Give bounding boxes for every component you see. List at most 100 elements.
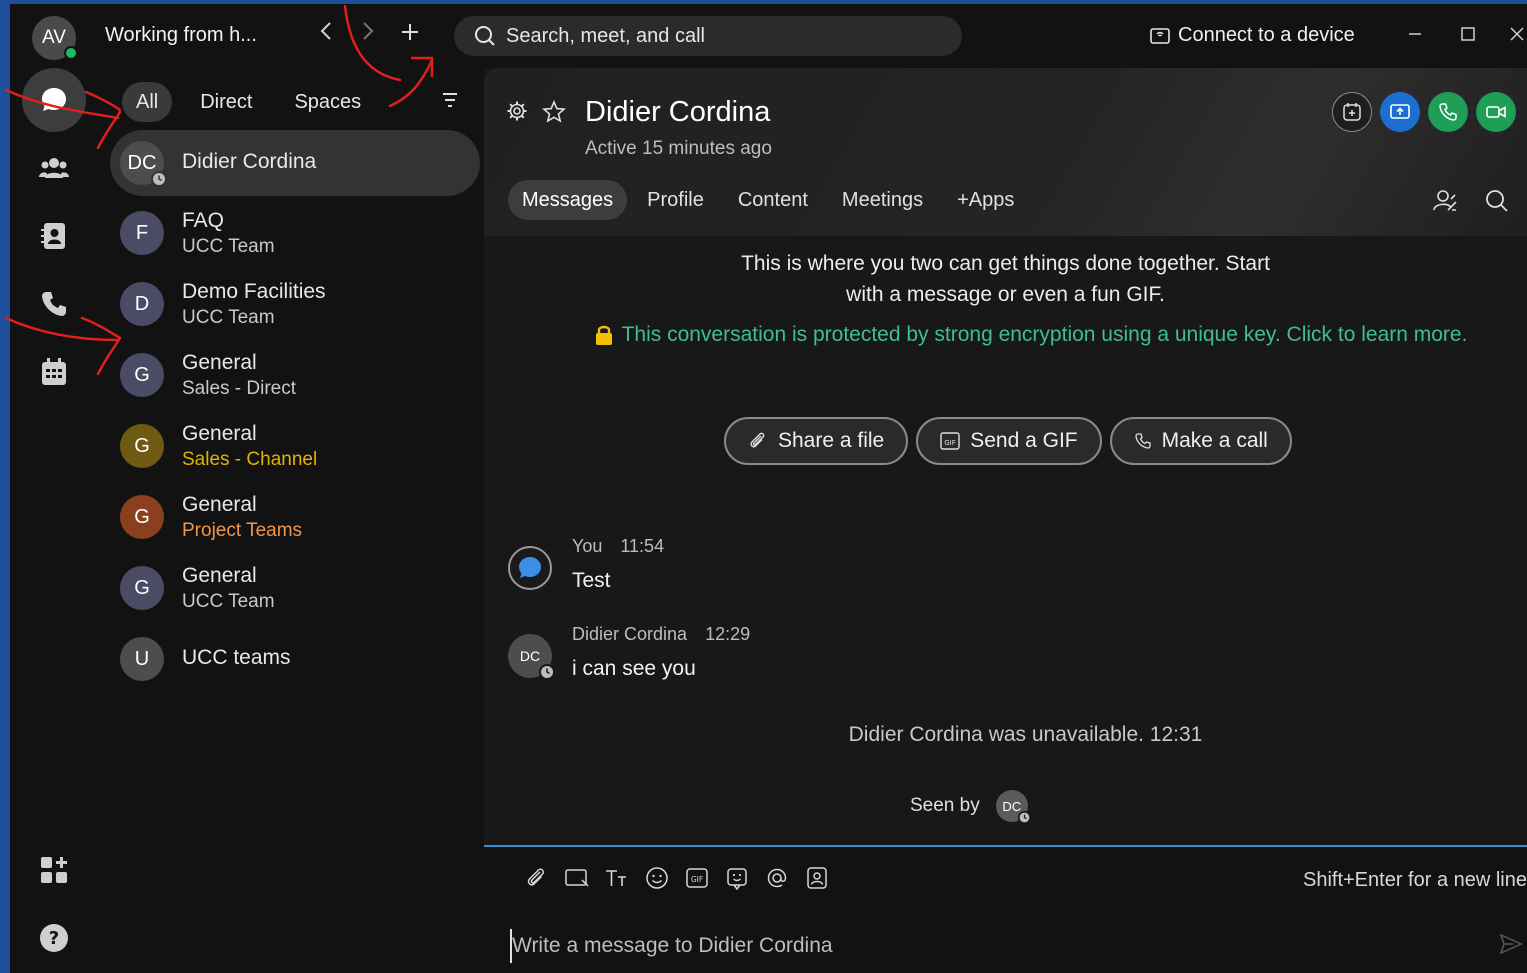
away-clock-icon: [151, 171, 167, 187]
gif-picker-icon[interactable]: GIF: [684, 865, 710, 891]
minimize-button[interactable]: [1400, 18, 1430, 52]
conversation-subtitle: UCC Team: [182, 307, 275, 328]
conversation-avatar: F: [120, 211, 164, 255]
filter-all[interactable]: All: [122, 82, 173, 122]
message-text: i can see you: [572, 657, 696, 680]
tab-apps[interactable]: +Apps: [943, 180, 1028, 220]
attach-file-icon[interactable]: [524, 865, 550, 891]
phone-call-icon: [1439, 103, 1457, 121]
conversation-item[interactable]: G General Sales - Channel: [110, 413, 480, 479]
conversation-item[interactable]: DC Didier Cordina: [110, 130, 480, 196]
system-message: Didier Cordina was unavailable. 12:31: [848, 723, 1203, 746]
user-avatar[interactable]: AV: [32, 16, 78, 60]
favorite-star-icon[interactable]: [542, 100, 566, 124]
conversation-title: FAQ: [182, 209, 225, 232]
conversation-subtitle: UCC Team: [182, 236, 275, 257]
help-nav-button[interactable]: ?: [22, 906, 86, 970]
conversation-avatar-initials: G: [134, 505, 150, 528]
teams-nav-button[interactable]: [22, 136, 86, 200]
send-icon[interactable]: [1499, 933, 1523, 960]
sender-avatar: DC: [508, 634, 555, 680]
svg-text:?: ?: [49, 928, 59, 949]
conversation-title: Didier Cordina: [182, 150, 317, 173]
audio-call-button[interactable]: [1428, 92, 1468, 132]
conversation-title: General: [182, 564, 257, 587]
settings-gear-icon[interactable]: [506, 100, 528, 122]
search-icon: [475, 26, 495, 46]
make-call-button[interactable]: Make a call: [1109, 417, 1292, 465]
filter-menu-icon[interactable]: [438, 88, 462, 112]
people-icon: [39, 158, 69, 178]
messaging-nav-button[interactable]: [22, 68, 86, 132]
share-screen-button[interactable]: [1380, 92, 1420, 132]
sender-avatar-initials: DC: [519, 648, 541, 664]
back-icon[interactable]: [314, 20, 338, 50]
composer-hint: Shift+Enter for a new line: [1302, 869, 1527, 891]
schedule-meeting-button[interactable]: [1332, 92, 1372, 132]
close-button[interactable]: [1502, 18, 1527, 52]
navigation-rail: ?: [10, 68, 98, 973]
conversation-avatar: DC: [120, 141, 167, 187]
tab-messages[interactable]: Messages: [508, 180, 628, 220]
chat-presence-status: Active 15 minutes ago: [585, 138, 772, 159]
share-screen-icon: [1390, 104, 1410, 119]
screen-capture-icon[interactable]: [564, 865, 590, 891]
conversation-avatar-initials: U: [134, 647, 150, 670]
conversation-avatar: D: [120, 282, 164, 326]
filter-direct[interactable]: Direct: [186, 82, 266, 122]
calendar-icon: [42, 358, 66, 385]
user-status[interactable]: Working from h...: [105, 24, 257, 47]
connect-device-button[interactable]: Connect to a device: [1150, 24, 1355, 47]
conversation-title: General: [182, 493, 257, 516]
people-manage-icon[interactable]: [1432, 188, 1458, 214]
conversation-item[interactable]: U UCC teams: [110, 626, 480, 692]
conversation-item[interactable]: G General Project Teams: [110, 484, 480, 550]
conversation-title: General: [182, 422, 257, 445]
conversation-item[interactable]: G General Sales - Direct: [110, 342, 480, 408]
title-bar: AV Working from h... Search, meet, and c…: [10, 4, 1527, 68]
window-frame-edge: [0, 0, 10, 973]
chat-pane: Didier Cordina Active 15 minutes ago Mes…: [484, 68, 1527, 973]
lock-icon: [595, 325, 612, 345]
mention-icon[interactable]: [764, 865, 790, 891]
calendar-add-icon: [1343, 103, 1361, 121]
calling-nav-button[interactable]: [22, 272, 86, 336]
emoji-icon[interactable]: [644, 865, 670, 891]
tab-content[interactable]: Content: [724, 180, 822, 220]
text-format-icon[interactable]: [604, 865, 630, 891]
connect-device-label: Connect to a device: [1178, 24, 1355, 46]
sticker-icon[interactable]: [724, 865, 750, 891]
conversation-filters: All Direct Spaces: [122, 82, 375, 122]
meetings-nav-button[interactable]: [22, 340, 86, 404]
quick-actions: Share a file GIF Send a GIF Make a call: [724, 417, 1292, 465]
tab-meetings[interactable]: Meetings: [828, 180, 937, 220]
filter-spaces[interactable]: Spaces: [280, 82, 375, 122]
apps-add-icon: [41, 857, 67, 883]
send-gif-button[interactable]: GIF Send a GIF: [916, 417, 1102, 465]
contact-card-icon[interactable]: [804, 865, 830, 891]
tab-profile[interactable]: Profile: [633, 180, 718, 220]
apps-nav-button[interactable]: [22, 838, 86, 902]
chat-header: Didier Cordina Active 15 minutes ago Mes…: [484, 68, 1527, 236]
new-plus-icon[interactable]: [398, 20, 422, 50]
conversation-avatar: G: [120, 495, 164, 539]
conversation-item[interactable]: D Demo Facilities UCC Team: [110, 271, 480, 337]
conversation-avatar-initials: G: [134, 363, 150, 386]
forward-icon[interactable]: [356, 20, 380, 50]
search-bar[interactable]: Search, meet, and call: [454, 16, 962, 56]
video-call-button[interactable]: [1476, 92, 1516, 132]
encryption-notice[interactable]: This conversation is protected by strong…: [534, 323, 1527, 347]
conversation-item[interactable]: F FAQ UCC Team: [110, 200, 480, 266]
gif-icon: GIF: [940, 432, 960, 450]
message-input[interactable]: [510, 929, 1470, 963]
message-sender: You: [572, 536, 603, 556]
contacts-icon: [41, 223, 65, 249]
call-icon: [1134, 433, 1151, 449]
maximize-button[interactable]: [1453, 18, 1483, 52]
conversation-avatar: G: [120, 566, 164, 610]
search-chat-icon[interactable]: [1484, 188, 1510, 214]
read-receipt[interactable]: Seen by DC: [910, 790, 1031, 824]
share-file-button[interactable]: Share a file: [724, 417, 909, 465]
conversation-item[interactable]: G General UCC Team: [110, 555, 480, 621]
contacts-nav-button[interactable]: [22, 204, 86, 268]
